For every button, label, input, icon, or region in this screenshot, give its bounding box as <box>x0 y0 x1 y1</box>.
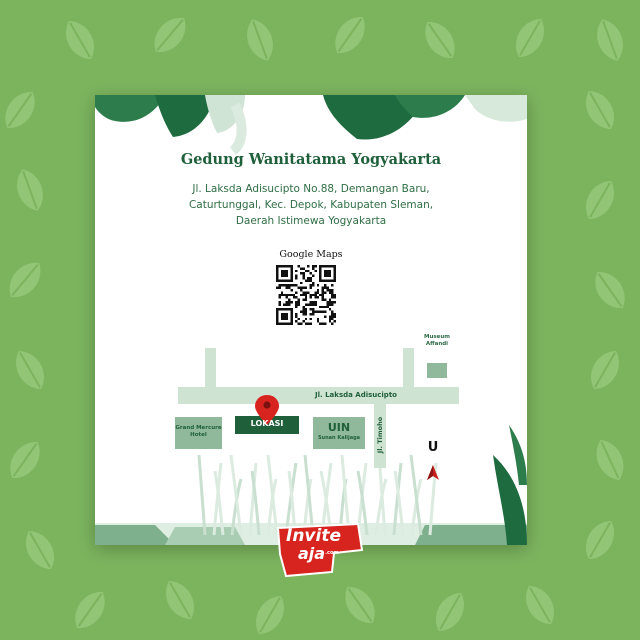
side-road-left <box>205 348 216 390</box>
background-leaf-icon <box>595 271 625 309</box>
museum-affandi-block <box>427 363 447 378</box>
background-leaf-icon <box>5 91 35 129</box>
background-leaf-icon <box>17 169 43 211</box>
background-leaf-icon <box>335 16 365 54</box>
background-leaf-icon <box>256 595 284 635</box>
background-leaf-icon <box>26 530 54 570</box>
background-leaf-icon <box>586 520 614 560</box>
side-road-right <box>403 348 414 390</box>
museum-label: Museum Affandi <box>423 334 451 347</box>
uin-label: UIN <box>327 421 351 434</box>
location-card: Gedung Wanitatama Yogyakarta Jl. Laksda … <box>95 95 527 545</box>
background-leaf-icon <box>9 263 41 297</box>
main-road-label: Jl. Laksda Adisucipto <box>315 391 397 399</box>
background-leaf-icon <box>516 18 544 58</box>
background-leaf-icon <box>596 440 624 480</box>
background-leaf-icon <box>345 586 375 624</box>
background-leaf-icon <box>425 21 455 59</box>
background-leaf-icon <box>526 585 554 625</box>
timoho-road-label: Jl. Timoho <box>376 416 384 454</box>
background-leaf-icon <box>75 591 105 629</box>
background-leaf-icon <box>597 19 623 61</box>
background-leaf-icon <box>154 18 186 52</box>
background-leaf-icon <box>66 20 94 60</box>
lokasi-label: LOKASI <box>250 419 284 428</box>
background-leaf-icon <box>16 350 44 390</box>
background-leaf-icon <box>436 592 464 632</box>
background-leaf-icon <box>591 350 619 390</box>
background-leaf-icon <box>586 90 614 130</box>
background-leaf-icon <box>166 580 194 620</box>
compass-north-arrow-icon <box>427 465 439 480</box>
hotel-label: Grand Mercure Hotel <box>175 425 222 438</box>
background-leaf-icon <box>10 441 40 479</box>
location-map <box>175 348 459 480</box>
background-leaf-icon <box>586 180 614 220</box>
compass-label: U <box>427 440 439 455</box>
background-leaf-icon <box>247 19 273 61</box>
uin-sub-label: Sunan Kalijaga <box>317 435 361 441</box>
inviteaja-logo-text: Invite aja.com <box>286 526 341 563</box>
